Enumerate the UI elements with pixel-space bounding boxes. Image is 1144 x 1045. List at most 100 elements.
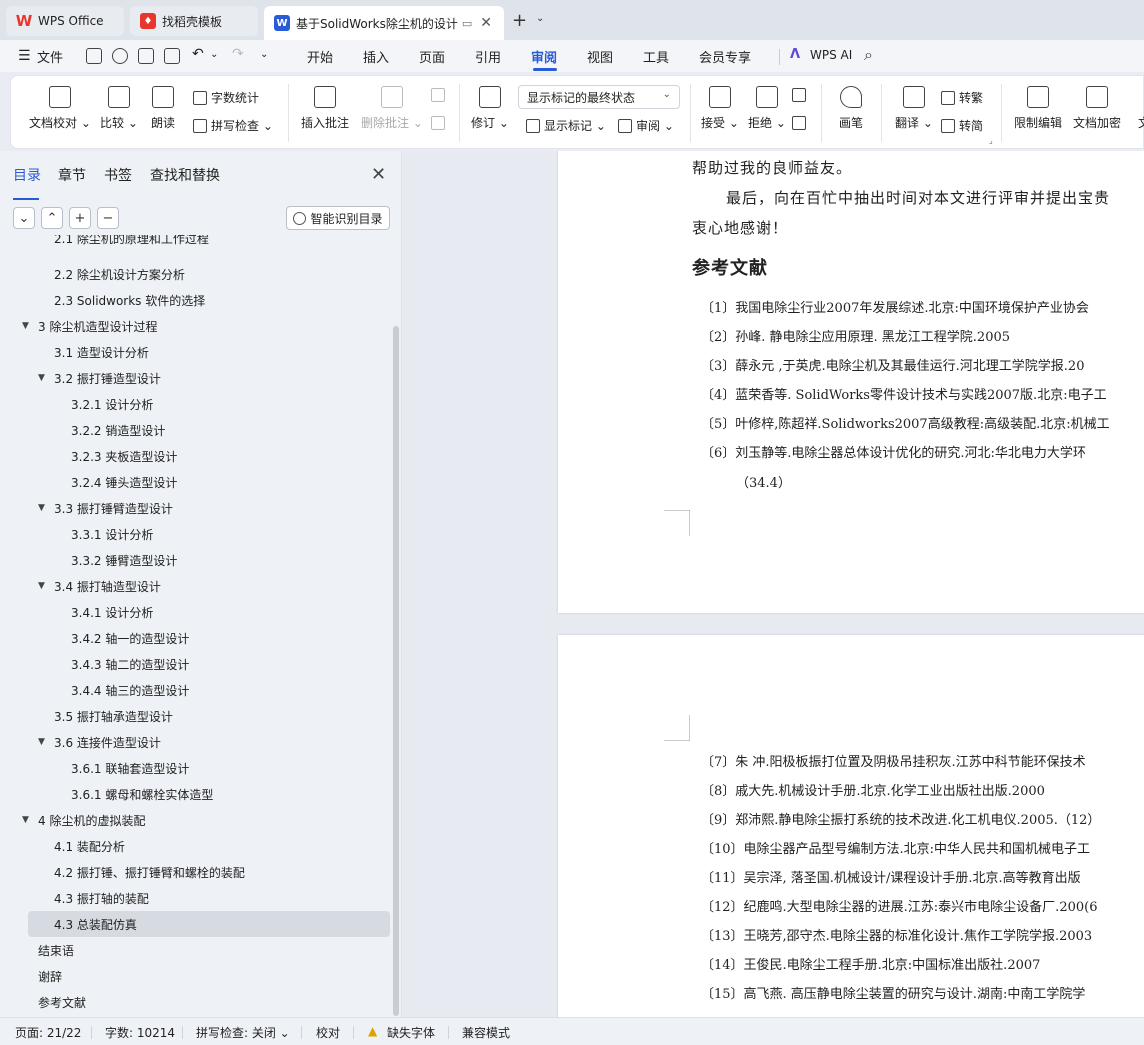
show-markup-button[interactable]: 显示标记 ⌄ <box>526 117 606 134</box>
expand-triangle-icon[interactable]: ▼ <box>38 503 45 513</box>
expand-triangle-icon[interactable]: ▼ <box>38 737 45 747</box>
toc-item[interactable]: 3.1 造型设计分析 <box>0 339 390 365</box>
toc-item[interactable]: ▼ 3.2 振打锤造型设计 <box>0 365 390 391</box>
tab-wps-office[interactable]: W WPS Office <box>6 6 124 36</box>
undo-icon[interactable]: ↶ <box>192 46 204 62</box>
hamburger-icon[interactable]: ☰ <box>18 48 31 64</box>
toc-item[interactable]: ▼ 3 除尘机造型设计过程 <box>0 313 390 339</box>
toc-item[interactable]: ▼ 4 除尘机的虚拟装配 <box>0 807 390 833</box>
review-pane-button[interactable]: 审阅 ⌄ <box>618 117 674 134</box>
expand-triangle-icon[interactable]: ▼ <box>22 321 29 331</box>
menu-home[interactable]: 开始 <box>307 47 333 66</box>
print-icon[interactable] <box>138 48 154 64</box>
toc-item[interactable]: 3.4.4 轴三的造型设计 <box>0 677 390 703</box>
expand-triangle-icon[interactable]: ▼ <box>38 373 45 383</box>
toc-item[interactable]: 3.2.3 夹板造型设计 <box>0 443 390 469</box>
read-aloud-button[interactable]: 朗读 <box>151 86 175 131</box>
toc-item[interactable]: ▼ 3.4 振打轴造型设计 <box>0 573 390 599</box>
tab-document[interactable]: W 基于SolidWorks除尘机的设计 ▭ ✕ <box>264 6 504 40</box>
toc-item[interactable]: 4.3 总装配仿真 <box>28 911 390 937</box>
chevron-down-icon[interactable]: ⌄ <box>536 13 544 24</box>
proofread-button[interactable]: 校对 <box>316 1024 340 1041</box>
close-icon[interactable]: ✕ <box>371 164 386 185</box>
tab-sections[interactable]: 章节 <box>58 165 86 185</box>
menu-insert[interactable]: 插入 <box>363 47 389 66</box>
new-tab-button[interactable]: + <box>512 10 527 31</box>
toc-item[interactable]: 2.3 Solidworks 软件的选择 <box>0 287 390 313</box>
toc-item[interactable]: 3.5 振打轴承造型设计 <box>0 703 390 729</box>
toc-item[interactable]: 3.6.1 联轴套造型设计 <box>0 755 390 781</box>
toc-item[interactable]: 3.4.3 轴二的造型设计 <box>0 651 390 677</box>
expand-group-icon[interactable]: ⌟ <box>989 136 993 145</box>
toc-scrollbar[interactable] <box>393 326 399 1016</box>
doc-check-button[interactable]: 文档校对 ⌄ <box>29 86 91 131</box>
toc-item[interactable]: 3.6.1 螺母和螺栓实体造型 <box>0 781 390 807</box>
toc-item[interactable]: 3.2.2 销造型设计 <box>0 417 390 443</box>
toc-item[interactable]: 3.2.1 设计分析 <box>0 391 390 417</box>
toc-item[interactable]: 参考文献 <box>0 989 390 1015</box>
search-icon[interactable]: ⌕ <box>864 45 873 65</box>
save-icon[interactable] <box>86 48 102 64</box>
toc-item[interactable]: 3.3.1 设计分析 <box>0 521 390 547</box>
reject-button[interactable]: 拒绝 ⌄ <box>748 86 786 131</box>
to-traditional-button[interactable]: 转繁 <box>941 89 983 106</box>
accept-button[interactable]: 接受 ⌄ <box>701 86 739 131</box>
toc-item[interactable]: ▼ 3.3 振打锤臂造型设计 <box>0 495 390 521</box>
spell-check-button[interactable]: 拼写检查 ⌄ <box>193 117 273 134</box>
tab-toc[interactable]: 目录 <box>13 165 41 185</box>
spell-check-status[interactable]: 拼写检查: 关闭 ⌄ <box>196 1024 290 1041</box>
add-heading-button[interactable]: + <box>69 207 91 229</box>
menu-view[interactable]: 视图 <box>587 47 613 66</box>
word-count-button[interactable]: 字数统计 <box>193 89 259 106</box>
compare-button[interactable]: 比较 ⌄ <box>100 86 138 131</box>
toc-item[interactable]: 4.2 振打锤、振打锤臂和螺栓的装配 <box>0 859 390 885</box>
export-icon[interactable] <box>112 48 128 64</box>
pen-button[interactable]: 画笔 <box>839 86 863 131</box>
print-preview-icon[interactable] <box>164 48 180 64</box>
menu-wps-ai[interactable]: WPS AI <box>810 48 852 62</box>
toc-item[interactable]: 谢辞 <box>0 963 390 989</box>
previous-change-icon[interactable] <box>792 88 810 102</box>
doc-encrypt-button[interactable]: 文档加密 <box>1073 86 1121 131</box>
toc-item[interactable]: 2.2 除尘机设计方案分析 <box>0 261 390 287</box>
previous-comment-icon[interactable] <box>431 88 449 102</box>
collapse-up-button[interactable]: ⌃ <box>41 207 63 229</box>
word-count-indicator[interactable]: 字数: 10214 <box>105 1024 175 1041</box>
menu-reference[interactable]: 引用 <box>475 47 501 66</box>
menu-review[interactable]: 审阅 <box>531 47 557 66</box>
markup-state-select[interactable]: 显示标记的最终状态 ⌄ <box>518 85 680 109</box>
translate-button[interactable]: 翻译 ⌄ <box>895 86 933 131</box>
toc-item[interactable]: 3.3.2 锤臂造型设计 <box>0 547 390 573</box>
next-change-icon[interactable] <box>792 116 810 130</box>
tab-docer[interactable]: ♦ 找稻壳模板 <box>130 6 258 36</box>
toc-item[interactable]: ▼ 3.6 连接件造型设计 <box>0 729 390 755</box>
redo-icon[interactable]: ↷ <box>232 46 244 62</box>
insert-comment-button[interactable]: 插入批注 <box>301 86 349 131</box>
to-simplified-button[interactable]: 转简 <box>941 117 983 134</box>
menu-tools[interactable]: 工具 <box>643 47 669 66</box>
toc-item[interactable]: 4.3 振打轴的装配 <box>0 885 390 911</box>
chevron-down-icon[interactable]: ⌄ <box>210 49 218 60</box>
expand-triangle-icon[interactable]: ▼ <box>38 581 45 591</box>
revise-button[interactable]: 修订 ⌄ <box>471 86 509 131</box>
chevron-down-icon[interactable]: ⌄ <box>260 49 268 60</box>
menu-file[interactable]: 文件 <box>37 47 63 66</box>
smart-toc-button[interactable]: 智能识别目录 <box>286 206 390 230</box>
toc-item[interactable]: 2.1 除尘机的原理和工作过程 <box>0 235 390 251</box>
toc-item[interactable]: 4.1 装配分析 <box>0 833 390 859</box>
restrict-edit-button[interactable]: 限制编辑 <box>1014 86 1062 131</box>
remove-heading-button[interactable]: − <box>97 207 119 229</box>
toc-item[interactable]: 结束语 <box>0 937 390 963</box>
menu-member[interactable]: 会员专享 <box>699 47 751 66</box>
delete-comment-button[interactable]: 删除批注 ⌄ <box>361 86 423 131</box>
missing-font-button[interactable]: 缺失字体 <box>387 1024 435 1041</box>
tab-bookmarks[interactable]: 书签 <box>104 165 132 185</box>
more-ribbon-button[interactable]: 文 <box>1133 86 1144 131</box>
toc-item[interactable]: 3.2.4 锤头造型设计 <box>0 469 390 495</box>
next-comment-icon[interactable] <box>431 116 449 130</box>
toc-item[interactable]: 3.4.2 轴一的造型设计 <box>0 625 390 651</box>
collapse-down-button[interactable]: ⌄ <box>13 207 35 229</box>
close-icon[interactable]: ✕ <box>480 15 492 31</box>
expand-triangle-icon[interactable]: ▼ <box>22 815 29 825</box>
menu-page[interactable]: 页面 <box>419 47 445 66</box>
